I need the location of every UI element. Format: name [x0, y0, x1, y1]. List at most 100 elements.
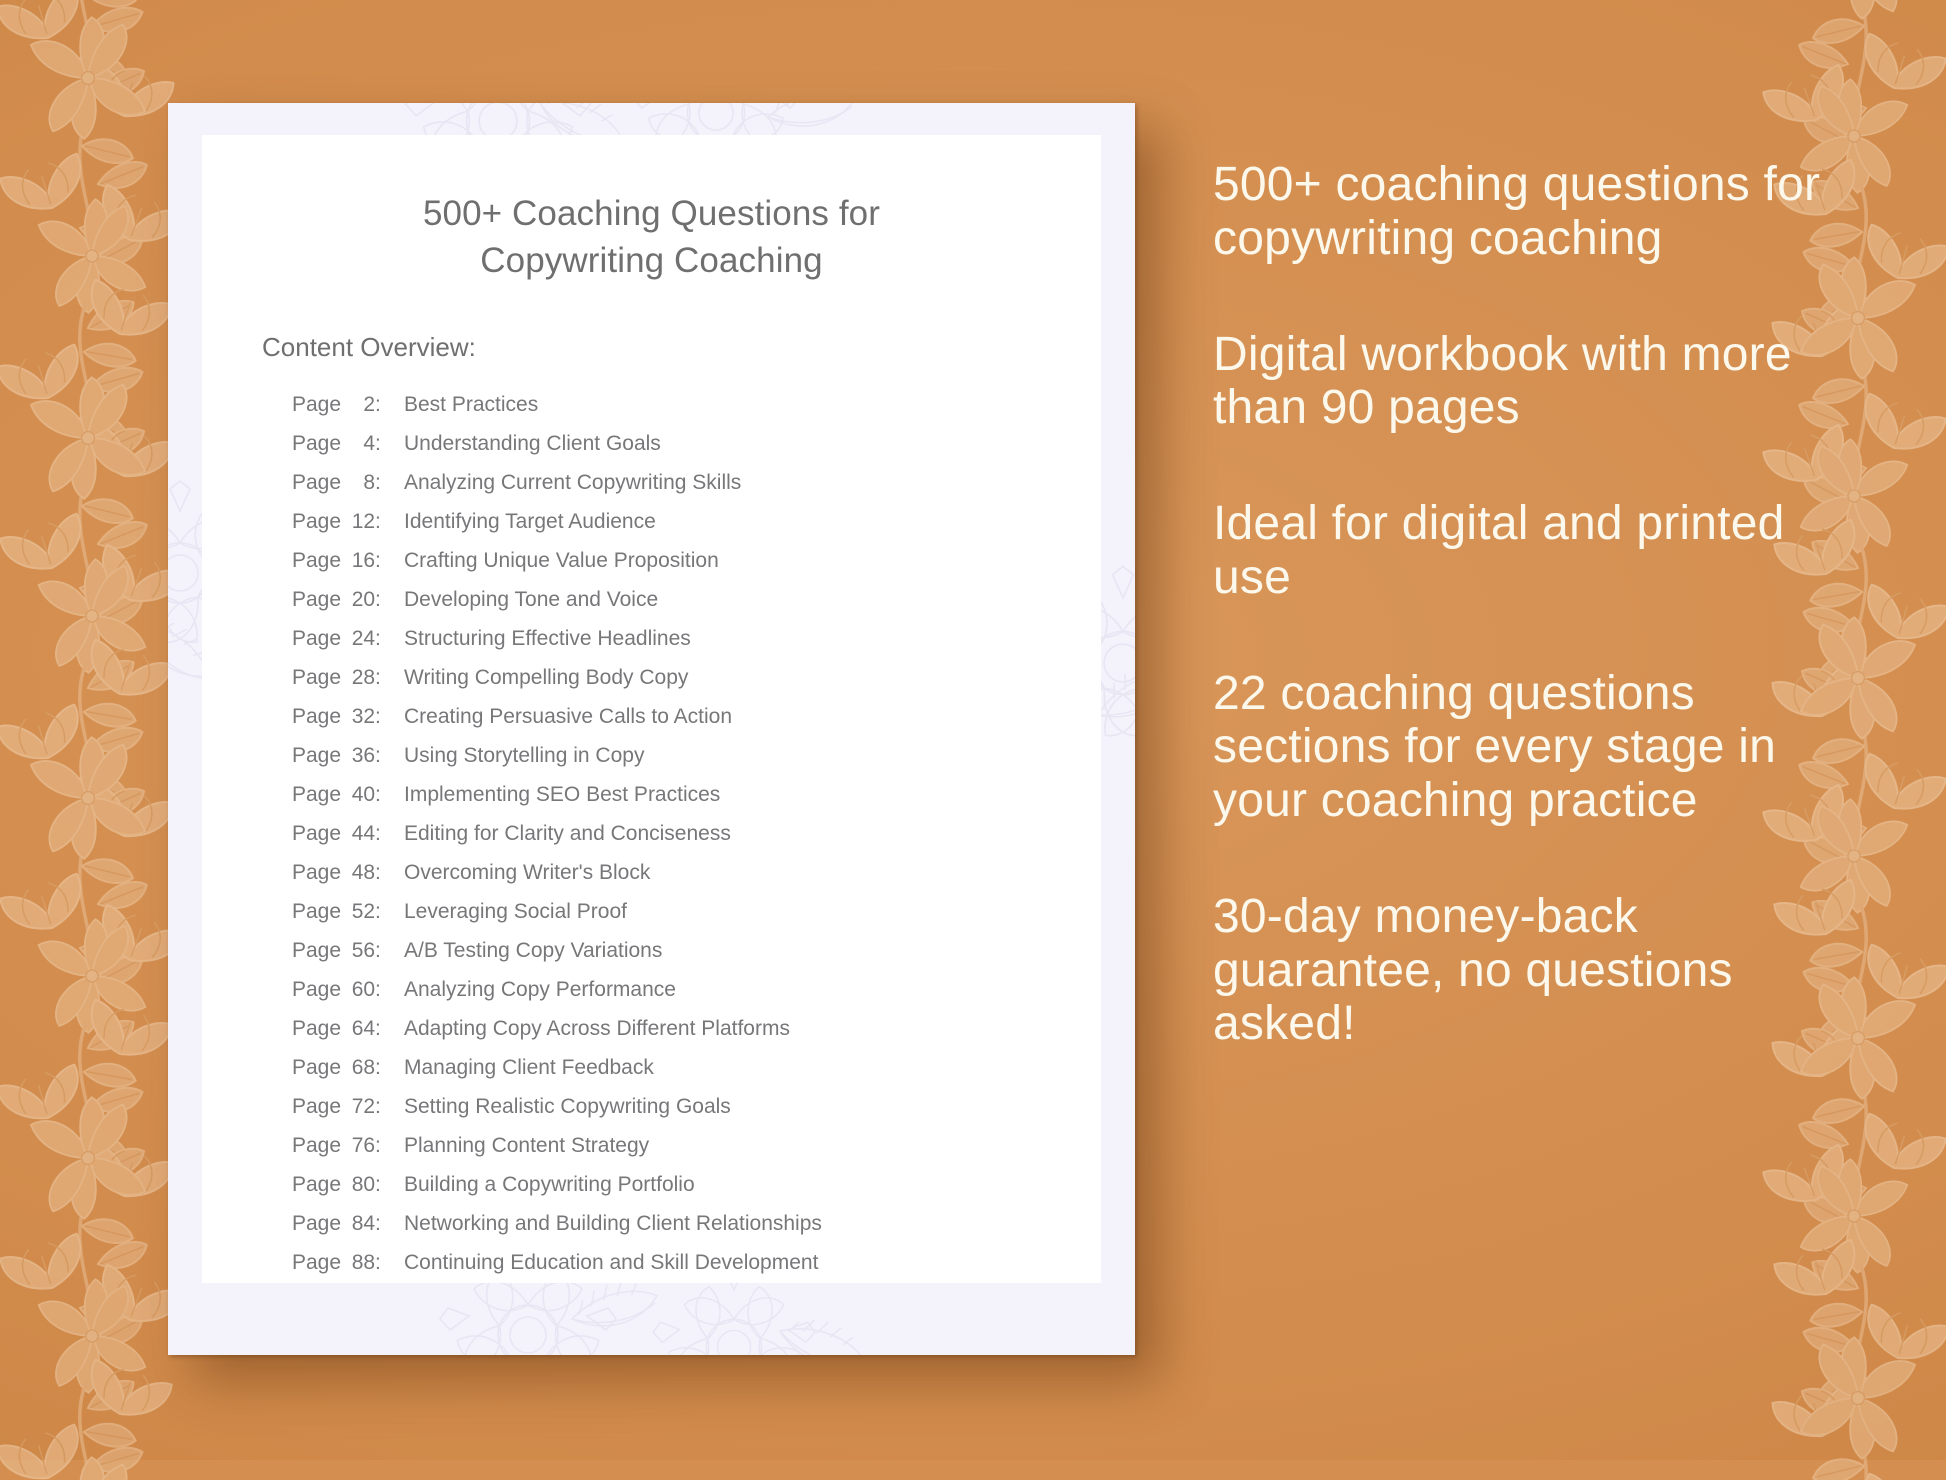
toc-page-number-value: 28	[351, 666, 376, 690]
table-of-contents-row: Page 80: Building a Copywriting Portfolio	[292, 1173, 1101, 1212]
table-of-contents-row: Page 84: Networking and Building Client Re…	[292, 1212, 1101, 1251]
page-title: 500+ Coaching Questions for Copywriting …	[422, 194, 881, 280]
toc-page-label: Page	[292, 978, 342, 1002]
toc-entry-title: Creating Persuasive Calls to Action	[404, 705, 732, 729]
toc-page-number-value: 36	[351, 744, 376, 768]
toc-page-number: Page 60:	[292, 978, 381, 1002]
toc-page-number: Page 4:	[292, 432, 381, 456]
workbook-page: 500+ Coaching Questions for Copywriting …	[202, 135, 1101, 1283]
toc-page-number: Page 84:	[292, 1212, 381, 1236]
toc-page-label: Page	[292, 705, 342, 729]
toc-page-label: Page	[292, 1095, 342, 1119]
toc-page-number-value: 60	[351, 978, 376, 1002]
toc-page-number-value: 52	[351, 900, 376, 924]
toc-page-label: Page	[292, 1017, 342, 1041]
toc-page-number-value: 56	[351, 939, 376, 963]
toc-entry-title: Using Storytelling in Copy	[404, 744, 645, 768]
table-of-contents-row: Page 88: Continuing Education and Skill De…	[292, 1251, 1101, 1283]
toc-page-number: Page 36:	[292, 744, 381, 768]
toc-page-number: Page 52:	[292, 900, 381, 924]
toc-entry-title: Analyzing Current Copywriting Skills	[404, 471, 742, 495]
marketing-point: Ideal for digital and printed use	[1213, 497, 1785, 604]
table-of-contents-row: Page 60: Analyzing Copy Performance	[292, 978, 1101, 1017]
marketing-copy: 500+ coaching questions for copywriting …	[1213, 158, 1853, 1051]
table-of-contents-row: Page 44: Editing for Clarity and Concisene…	[292, 822, 1101, 861]
toc-page-label: Page	[292, 1134, 342, 1158]
toc-entry-title: Best Practices	[404, 393, 539, 417]
toc-page-number-value: 76	[351, 1134, 376, 1158]
toc-entry-title: Implementing SEO Best Practices	[404, 783, 721, 807]
toc-page-number: Page 72:	[292, 1095, 381, 1119]
marketing-point: 500+ coaching questions for copywriting …	[1213, 158, 1821, 265]
toc-page-label: Page	[292, 510, 342, 534]
table-of-contents-row: Page 28: Writing Compelling Body Copy	[292, 666, 1101, 705]
toc-page-number-value: 72	[351, 1095, 376, 1119]
toc-page-label: Page	[292, 1173, 342, 1197]
toc-page-number-value: 20	[351, 588, 376, 612]
toc-page-number-value: 8	[363, 471, 376, 495]
content-overview-label: Content Overview:	[262, 332, 476, 363]
toc-entry-title: Structuring Effective Headlines	[404, 627, 691, 651]
toc-page-number: Page 56:	[292, 939, 381, 963]
toc-page-number: Page 48:	[292, 861, 381, 885]
toc-page-number-value: 80	[351, 1173, 376, 1197]
toc-entry-title: Editing for Clarity and Conciseness	[404, 822, 731, 846]
toc-entry-title: Planning Content Strategy	[404, 1134, 650, 1158]
toc-entry-title: Developing Tone and Voice	[404, 588, 659, 612]
toc-page-number: Page 20:	[292, 588, 381, 612]
toc-page-number: Page 28:	[292, 666, 381, 690]
workbook-preview-card: 500+ Coaching Questions for Copywriting …	[168, 103, 1135, 1355]
toc-entry-title: Overcoming Writer's Block	[404, 861, 651, 885]
toc-page-label: Page	[292, 1251, 342, 1275]
table-of-contents-row: Page 8: Analyzing Current Copywriting Skil…	[292, 471, 1101, 510]
toc-page-label: Page	[292, 744, 342, 768]
toc-page-number-value: 40	[351, 783, 376, 807]
toc-entry-title: Setting Realistic Copywriting Goals	[404, 1095, 731, 1119]
toc-entry-title: Understanding Client Goals	[404, 432, 661, 456]
table-of-contents-row: Page 64: Adapting Copy Across Different Pl…	[292, 1017, 1101, 1056]
marketing-point: 22 coaching questions sections for every…	[1213, 666, 1777, 828]
toc-page-number-value: 64	[351, 1017, 376, 1041]
toc-entry-title: Networking and Building Client Relations…	[404, 1212, 822, 1236]
toc-page-label: Page	[292, 1056, 342, 1080]
toc-page-label: Page	[292, 549, 342, 573]
toc-page-label: Page	[292, 900, 342, 924]
toc-page-number-value: 4	[363, 432, 376, 456]
toc-page-number: Page 76:	[292, 1134, 381, 1158]
table-of-contents-row: Page 48: Overcoming Writer's Block	[292, 861, 1101, 900]
toc-page-label: Page	[292, 432, 342, 456]
toc-page-number-value: 88	[351, 1251, 376, 1275]
toc-page-number: Page 88:	[292, 1251, 381, 1275]
toc-page-label: Page	[292, 939, 342, 963]
toc-entry-title: Leveraging Social Proof	[404, 900, 627, 924]
table-of-contents-row: Page 56: A/B Testing Copy Variations	[292, 939, 1101, 978]
toc-entry-title: Continuing Education and Skill Developme…	[404, 1251, 819, 1275]
toc-entry-title: A/B Testing Copy Variations	[404, 939, 663, 963]
toc-page-label: Page	[292, 1212, 342, 1236]
toc-page-number-value: 16	[351, 549, 376, 573]
toc-entry-title: Building a Copywriting Portfolio	[404, 1173, 695, 1197]
toc-page-number-value: 2	[363, 393, 376, 417]
toc-page-number: Page 8:	[292, 471, 381, 495]
toc-page-number: Page 68:	[292, 1056, 381, 1080]
table-of-contents-row: Page 76: Planning Content Strategy	[292, 1134, 1101, 1173]
table-of-contents-row: Page 32: Creating Persuasive Calls to Acti…	[292, 705, 1101, 744]
table-of-contents-row: Page 4: Understanding Client Goals	[292, 432, 1101, 471]
toc-page-label: Page	[292, 666, 342, 690]
table-of-contents-row: Page 52: Leveraging Social Proof	[292, 900, 1101, 939]
marketing-point: 30-day money-back guarantee, no question…	[1213, 889, 1733, 1051]
toc-page-label: Page	[292, 822, 342, 846]
toc-page-number-value: 48	[351, 861, 376, 885]
toc-page-label: Page	[292, 783, 342, 807]
table-of-contents: Page 2: Best Practices Page 4: Understanding …	[202, 363, 1101, 1283]
toc-page-number: Page 40:	[292, 783, 381, 807]
table-of-contents-row: Page 20: Developing Tone and Voice	[292, 588, 1101, 627]
toc-page-number-value: 24	[351, 627, 376, 651]
toc-page-number-value: 44	[351, 822, 376, 846]
toc-page-number-value: 68	[351, 1056, 376, 1080]
toc-entry-title: Writing Compelling Body Copy	[404, 666, 689, 690]
table-of-contents-row: Page 68: Managing Client Feedback	[292, 1056, 1101, 1095]
toc-page-number: Page 24:	[292, 627, 381, 651]
toc-entry-title: Identifying Target Audience	[404, 510, 656, 534]
toc-page-number: Page 16:	[292, 549, 381, 573]
